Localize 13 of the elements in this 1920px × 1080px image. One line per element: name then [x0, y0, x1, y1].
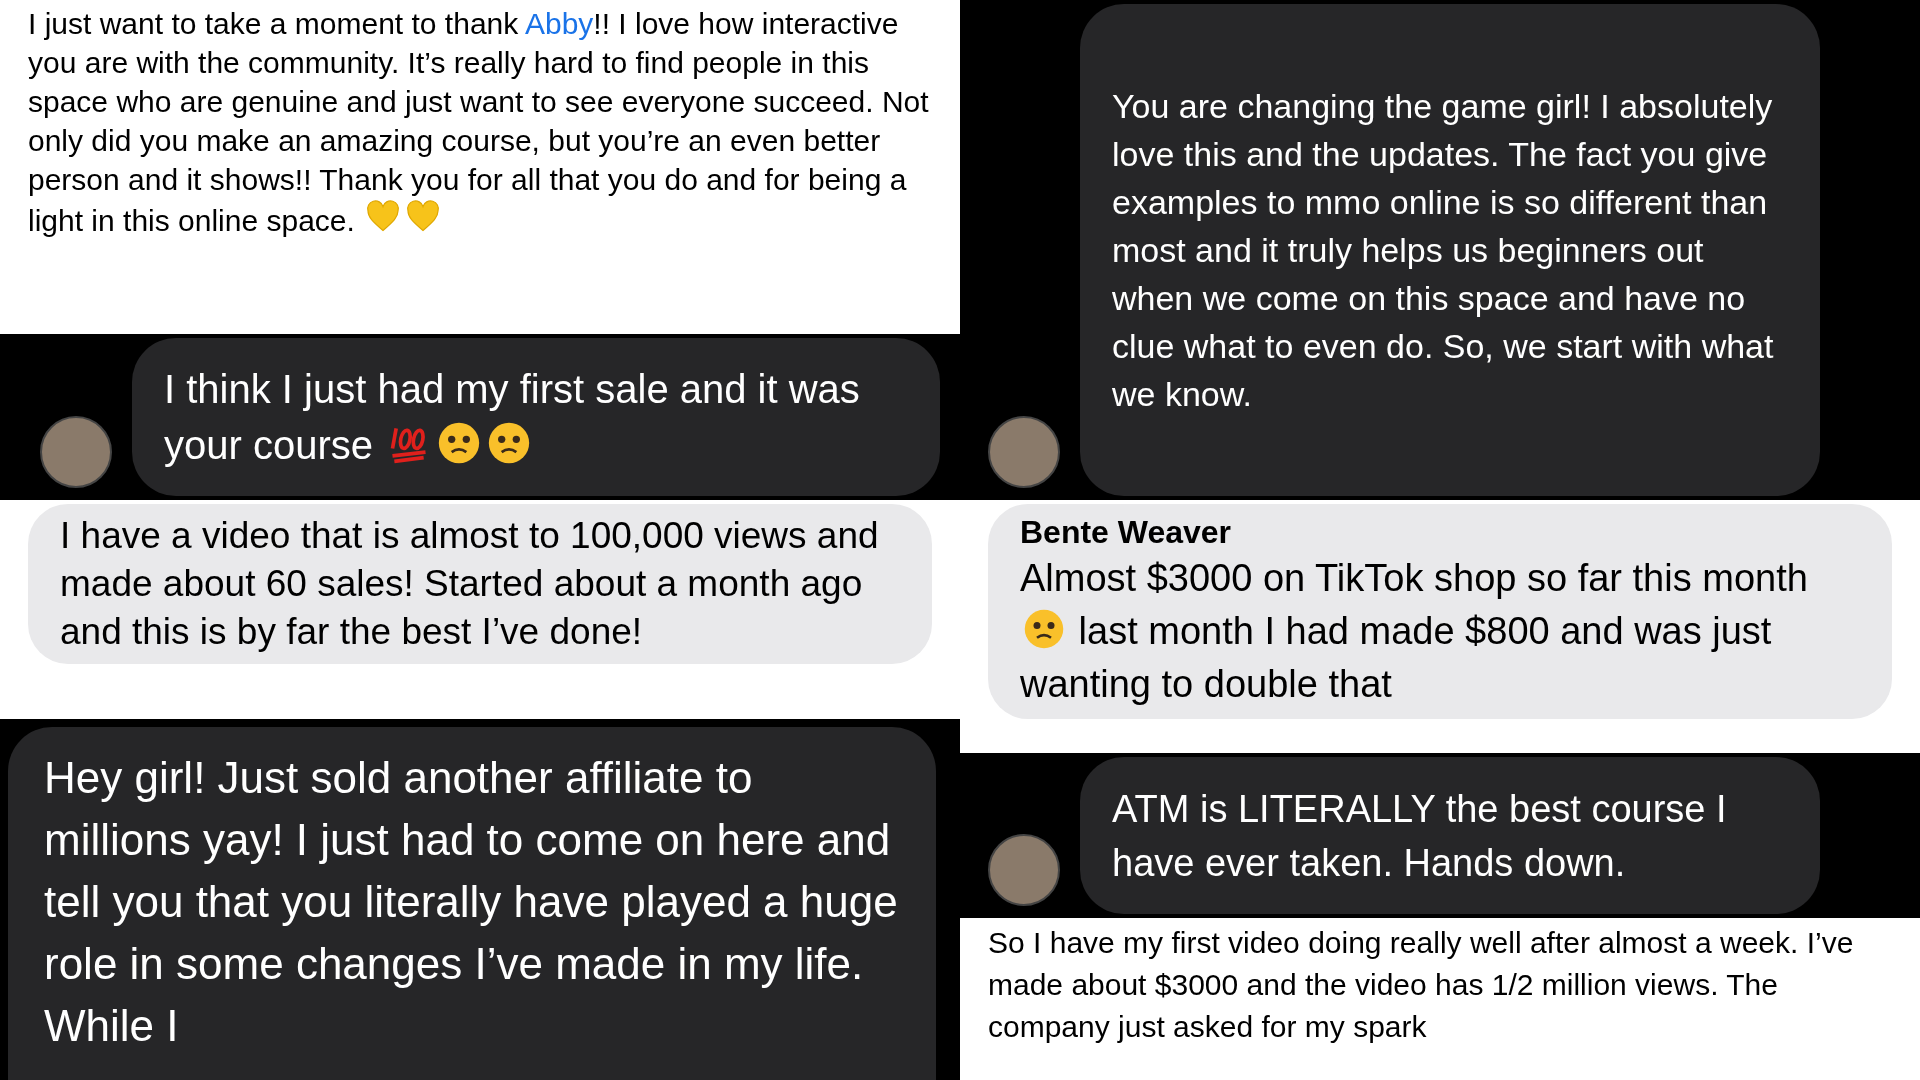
message-text: Almost $3000 on TikTok shop so far this month last month I had made $800 and was just wanting to double that [1020, 556, 1809, 707]
emoji-face-icon [437, 421, 482, 465]
message-text: You are changing the game girl! I absolutely love this and the updates. The fact you give examples to mmo online is so different than most and it truly helps us beginners out when we come on this space and have no clue what to even do. So, we start with what we know. [1112, 86, 1775, 415]
message-text: So I have my first video doing really well after almost a week. I’ve made about $3000 and the video has 1/2 million views. The company just asked for my spark [988, 925, 1855, 1045]
message-text: ATM is LITERALLY the best course I have ever taken. Hands down. [1112, 786, 1728, 886]
message-text: I just want to take a moment to thank Abby!! I love how interactive you are with the community. It’s really hard to find people in this space who are genuine and just want to see everyone succeed. Not only did you make an amazing course, but you’re an even better person and it shows!! Thank you for all that you do and for being a light in this online space. [28, 6, 930, 239]
name-link[interactable]: Abby [524, 7, 594, 40]
sender-name: Bente Weaver [1020, 513, 1233, 552]
emoji-face-icon [1023, 607, 1065, 650]
message-text: Hey girl! Just sold another affiliate to millions yay! I just had to come on here and tell you that you literally have played a huge role in some changes I’ve made in my life. While I [44, 752, 899, 1052]
message-text: I think I just had my first sale and it was your course [164, 366, 861, 469]
emoji-face-icon [487, 421, 532, 465]
message-text: I have a video that is almost to 100,000 views and made about 60 sales! Started about a month ago and this is by far the best I’ve done! [60, 514, 880, 654]
